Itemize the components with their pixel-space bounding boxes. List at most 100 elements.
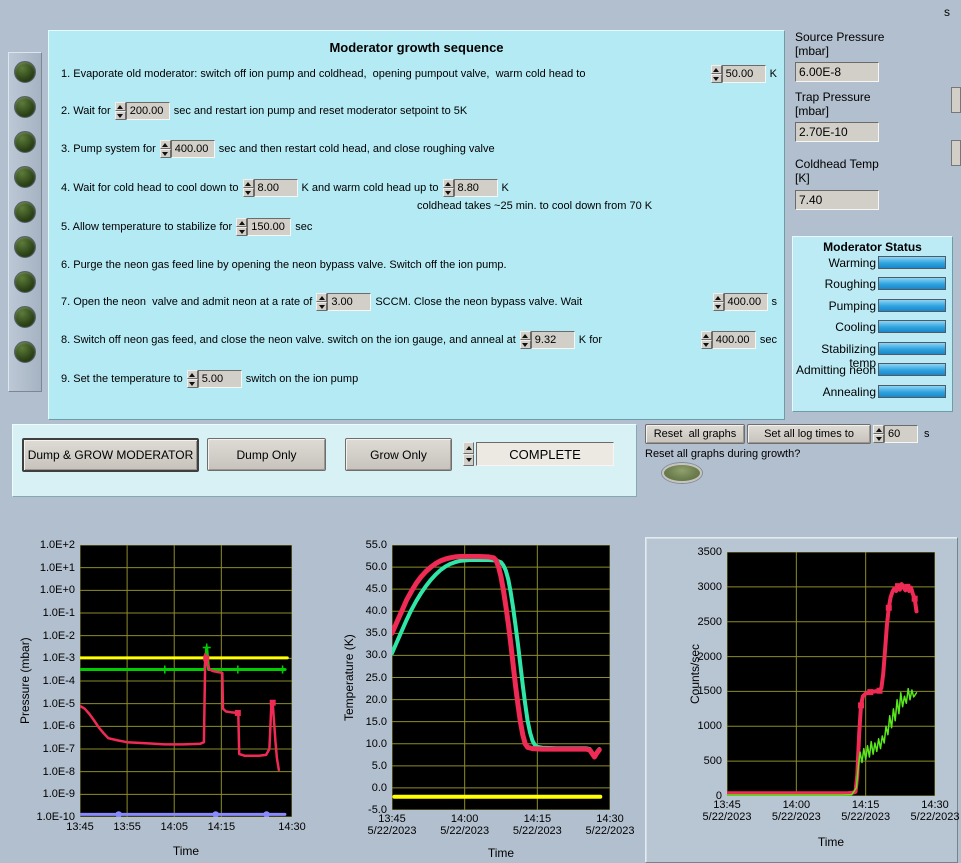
sequence-state-display[interactable]: COMPLETE bbox=[476, 442, 614, 466]
ytick-label: 5.0 bbox=[371, 759, 387, 772]
step-1-input[interactable]: 50.00 bbox=[710, 65, 766, 83]
ytick-label: 2500 bbox=[697, 615, 722, 628]
decrement-arrow-icon[interactable] bbox=[712, 302, 724, 311]
temperature-chart: Temperature (K) Time 55.0 50.0 45.0 40.0 35.… bbox=[340, 538, 634, 862]
spinner-arrows[interactable] bbox=[712, 293, 724, 311]
step-4-value-2[interactable]: 8.80 bbox=[453, 179, 498, 197]
decrement-arrow-icon[interactable] bbox=[236, 227, 248, 236]
ytick-label: 2000 bbox=[697, 650, 722, 663]
step-1-value[interactable]: 50.00 bbox=[721, 65, 766, 83]
decrement-arrow-icon[interactable] bbox=[873, 434, 884, 443]
step-7-input-rate[interactable]: 3.00 bbox=[316, 293, 372, 311]
decrement-arrow-icon[interactable] bbox=[114, 111, 126, 120]
step-7-input-wait[interactable]: 400.00 bbox=[712, 293, 768, 311]
increment-arrow-icon[interactable] bbox=[710, 65, 722, 74]
spinner-arrows[interactable] bbox=[316, 293, 328, 311]
increment-arrow-icon[interactable] bbox=[873, 425, 884, 434]
step-2-input[interactable]: 200.00 bbox=[114, 102, 170, 120]
xtick-date: 5/22/2023 bbox=[702, 811, 752, 823]
log-time-unit: s bbox=[924, 428, 930, 440]
state-ring-spinner[interactable] bbox=[463, 442, 474, 466]
ytick-label: 1.0E+0 bbox=[39, 584, 75, 597]
spinner-arrows[interactable] bbox=[700, 331, 712, 349]
step-8-input-time[interactable]: 400.00 bbox=[700, 331, 756, 349]
step-4-input-cooldown[interactable]: 8.00 bbox=[242, 179, 298, 197]
ytick-label: 1000 bbox=[697, 720, 722, 733]
log-time-input[interactable]: 60 bbox=[873, 425, 918, 443]
spinner-arrows[interactable] bbox=[519, 331, 531, 349]
spinner-arrows[interactable] bbox=[242, 179, 254, 197]
increment-arrow-icon[interactable] bbox=[114, 102, 126, 111]
step-7: 7. Open the neon valve and admit neon at… bbox=[61, 292, 777, 312]
ytick-label: 1.0E-2 bbox=[42, 629, 75, 642]
decrement-arrow-icon[interactable] bbox=[316, 302, 328, 311]
step-4-text-mid: K and warm cold head up to bbox=[301, 182, 439, 194]
increment-arrow-icon[interactable] bbox=[519, 331, 531, 340]
decrement-arrow-icon[interactable] bbox=[463, 454, 474, 466]
xtick-label: 14:30 bbox=[278, 821, 306, 833]
step-7-text-mid: SCCM. Close the neon bypass valve. Wait bbox=[375, 296, 583, 308]
ytick-label: 1.0E-4 bbox=[42, 675, 75, 687]
step-6: 6. Purge the neon gas feed line by openi… bbox=[61, 255, 777, 275]
step-4-unit: K bbox=[501, 182, 509, 194]
ytick-label: 55.0 bbox=[365, 539, 387, 551]
clipped-edge-control-2[interactable] bbox=[951, 140, 961, 166]
step-4-input-warmup[interactable]: 8.80 bbox=[442, 179, 498, 197]
grow-only-button[interactable]: Grow Only bbox=[345, 438, 452, 471]
increment-arrow-icon[interactable] bbox=[712, 293, 724, 302]
step-4: 4. Wait for cold head to cool down to 8.… bbox=[61, 178, 777, 198]
reset-all-graphs-button[interactable]: Reset all graphs bbox=[645, 424, 745, 444]
reset-during-growth-toggle[interactable] bbox=[662, 463, 702, 483]
increment-arrow-icon[interactable] bbox=[442, 179, 454, 188]
step-7-value-2[interactable]: 400.00 bbox=[723, 293, 768, 311]
step-9-input[interactable]: 5.00 bbox=[186, 370, 242, 388]
set-log-times-button[interactable]: Set all log times to bbox=[747, 424, 871, 444]
xtick-date: 5/22/2023 bbox=[367, 825, 417, 837]
increment-arrow-icon[interactable] bbox=[700, 331, 712, 340]
step-4-value-1[interactable]: 8.00 bbox=[253, 179, 298, 197]
increment-arrow-icon[interactable] bbox=[159, 140, 171, 149]
spinner-arrows[interactable] bbox=[114, 102, 126, 120]
clipped-edge-control-1[interactable] bbox=[951, 87, 961, 113]
decrement-arrow-icon[interactable] bbox=[700, 340, 712, 349]
dump-and-grow-button[interactable]: Dump & GROW MODERATOR bbox=[22, 438, 199, 472]
log-time-value[interactable]: 60 bbox=[884, 425, 918, 443]
step-7-value-1[interactable]: 3.00 bbox=[327, 293, 372, 311]
step-2-value[interactable]: 200.00 bbox=[125, 102, 170, 120]
ytick-label: 3500 bbox=[697, 546, 722, 558]
decrement-arrow-icon[interactable] bbox=[242, 188, 254, 197]
decrement-arrow-icon[interactable] bbox=[710, 74, 722, 83]
step-3-input[interactable]: 400.00 bbox=[159, 140, 215, 158]
decrement-arrow-icon[interactable] bbox=[519, 340, 531, 349]
dump-only-button[interactable]: Dump Only bbox=[207, 438, 326, 471]
step-8-value-1[interactable]: 9.32 bbox=[530, 331, 575, 349]
decrement-arrow-icon[interactable] bbox=[186, 379, 198, 388]
status-bar-warming bbox=[878, 256, 946, 269]
spinner-arrows[interactable] bbox=[159, 140, 171, 158]
increment-arrow-icon[interactable] bbox=[236, 218, 248, 227]
step-1-text: 1. Evaporate old moderator: switch off i… bbox=[61, 68, 586, 80]
led-indicator-4 bbox=[14, 166, 36, 188]
spinner-arrows[interactable] bbox=[186, 370, 198, 388]
increment-arrow-icon[interactable] bbox=[242, 179, 254, 188]
ytick-label: 30.0 bbox=[365, 649, 387, 662]
status-label-roughing: Roughing bbox=[824, 277, 876, 291]
decrement-arrow-icon[interactable] bbox=[159, 149, 171, 158]
step-5-value[interactable]: 150.00 bbox=[247, 218, 292, 236]
increment-arrow-icon[interactable] bbox=[186, 370, 198, 379]
pressure-chart: Pressure (mbar) Time 1.0E+2 1.0E+1 1.0E+0 1… bbox=[10, 538, 310, 862]
step-5-input[interactable]: 150.00 bbox=[236, 218, 292, 236]
xtick-label: 14:15 bbox=[207, 821, 236, 833]
step-9-text-after: switch on the ion pump bbox=[245, 373, 359, 385]
decrement-arrow-icon[interactable] bbox=[442, 188, 454, 197]
increment-arrow-icon[interactable] bbox=[463, 442, 474, 454]
step-9-value[interactable]: 5.00 bbox=[197, 370, 242, 388]
spinner-arrows[interactable] bbox=[873, 425, 884, 443]
increment-arrow-icon[interactable] bbox=[316, 293, 328, 302]
step-3-value[interactable]: 400.00 bbox=[170, 140, 215, 158]
step-8-input-anneal[interactable]: 9.32 bbox=[519, 331, 575, 349]
spinner-arrows[interactable] bbox=[236, 218, 248, 236]
spinner-arrows[interactable] bbox=[710, 65, 722, 83]
step-8-value-2[interactable]: 400.00 bbox=[711, 331, 756, 349]
spinner-arrows[interactable] bbox=[442, 179, 454, 197]
